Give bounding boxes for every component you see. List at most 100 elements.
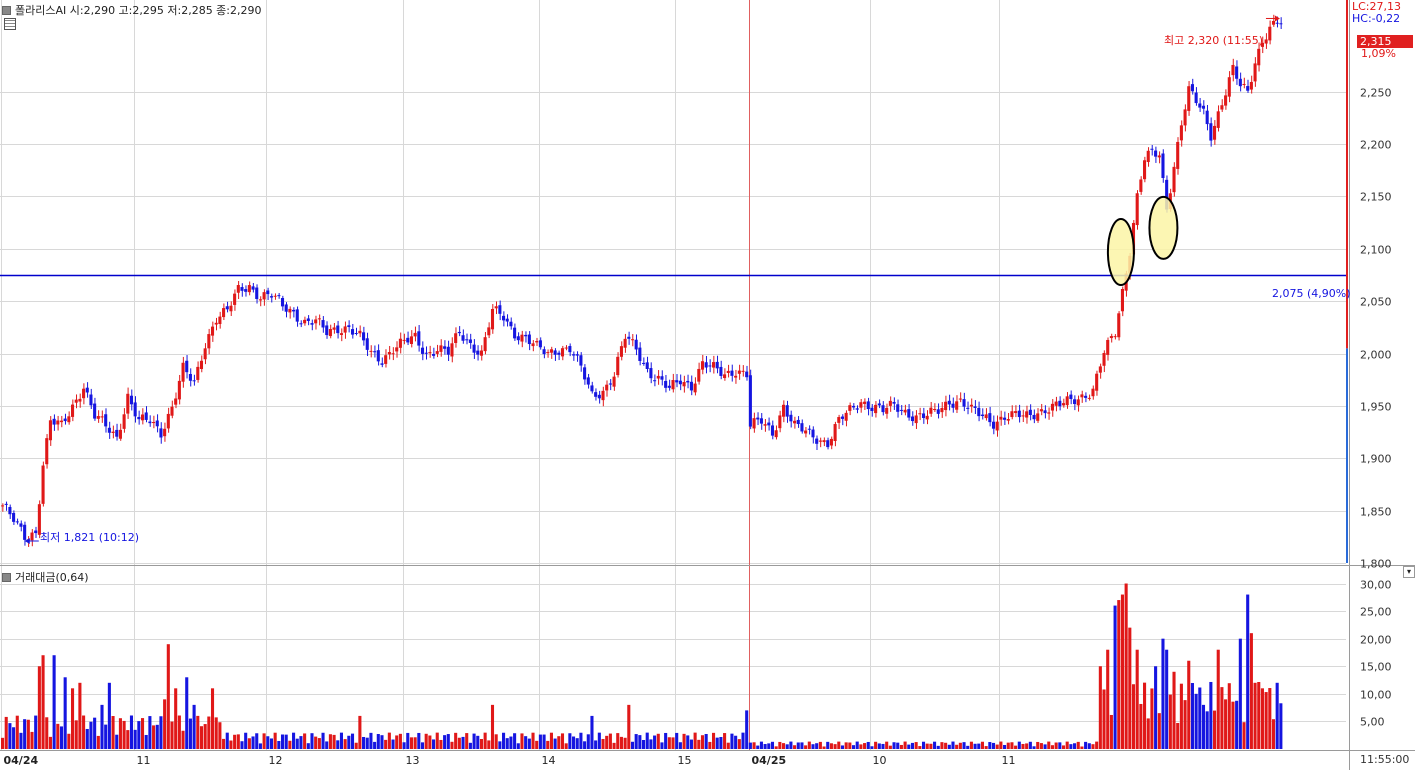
volume-bar	[844, 742, 848, 749]
candle-body	[697, 368, 701, 382]
volume-bar	[63, 677, 67, 749]
volume-bar	[664, 732, 668, 749]
candle-body	[244, 289, 248, 292]
volume-bar	[37, 666, 41, 749]
volume-bar	[557, 736, 561, 749]
volume-bar	[96, 735, 100, 749]
volume-bar	[568, 733, 572, 749]
candle-body	[914, 415, 918, 424]
candle-body	[4, 503, 8, 505]
volume-bar	[892, 742, 896, 749]
candle-body	[693, 383, 697, 393]
candle-body	[443, 346, 447, 349]
volume-menu-icon[interactable]	[2, 572, 11, 582]
volume-bar	[689, 739, 693, 749]
candle-body	[424, 352, 428, 354]
price-tick-label: 2,050	[1360, 296, 1392, 309]
axes: 1,800 1,850 1,900 1,950 2,000 2,050 2,100 2,150…	[0, 0, 1415, 770]
volume-bar	[1187, 660, 1191, 749]
candle-body	[925, 415, 929, 420]
candle-body	[793, 420, 797, 424]
volume-bar	[1102, 689, 1106, 749]
last-change-label: 1,09%	[1361, 47, 1396, 60]
volume-bar	[697, 739, 701, 749]
candle-body	[557, 352, 561, 355]
candle-body	[630, 339, 635, 341]
volume-bar	[682, 733, 686, 749]
volume-bar	[177, 715, 181, 749]
volume-bar	[1017, 741, 1021, 749]
candle-body	[196, 366, 200, 380]
volume-bar	[752, 742, 756, 749]
candle-body	[199, 360, 204, 369]
volume-bar	[1198, 687, 1202, 749]
volume-bar	[247, 738, 251, 749]
volume-bar	[8, 723, 12, 749]
candle-body	[759, 418, 763, 424]
candle-body	[1135, 193, 1139, 226]
volume-bar	[1098, 666, 1102, 749]
candle-body	[874, 404, 878, 414]
candle-body	[1039, 409, 1043, 412]
volume-bar	[907, 744, 911, 749]
volume-bar	[583, 741, 587, 749]
candle-body	[969, 404, 973, 407]
volume-bar	[398, 733, 402, 749]
price-tick-label: 2,200	[1360, 139, 1392, 152]
volume-bar	[734, 735, 738, 749]
volume-bar	[159, 716, 163, 749]
volume-bar	[870, 746, 874, 749]
volume-bar	[863, 743, 867, 749]
volume-bar	[4, 716, 8, 749]
candle-body	[723, 374, 727, 379]
volume-bar	[933, 741, 937, 749]
volume-bar	[881, 743, 885, 749]
volume-bar	[999, 741, 1003, 749]
candle-body	[535, 341, 539, 343]
volume-tick-label: 25,00	[1360, 606, 1392, 619]
candle-body	[892, 401, 896, 404]
volume-bar	[498, 741, 502, 749]
candle-body	[752, 418, 756, 429]
volume-bar	[34, 715, 38, 749]
volume-bar	[23, 719, 27, 749]
volume-bar	[12, 727, 16, 749]
candle-body	[516, 336, 520, 341]
candle-body	[833, 424, 837, 442]
candle-body	[572, 354, 576, 356]
candle-body	[1216, 111, 1220, 128]
volume-bar	[995, 744, 999, 749]
volume-bar	[826, 741, 830, 749]
grid-toggle-icon[interactable]	[4, 18, 16, 30]
volume-bar	[93, 717, 97, 749]
volume-tick-label: 10,00	[1360, 689, 1392, 702]
candle-body	[292, 309, 296, 312]
candle-body	[339, 333, 344, 335]
candle-body	[280, 298, 285, 307]
volume-bar	[89, 721, 93, 749]
candle-body	[870, 407, 874, 411]
candle-body	[594, 392, 598, 397]
candle-body	[708, 365, 712, 367]
candle-body	[8, 506, 12, 515]
volume-bar	[840, 745, 845, 749]
volume-bar	[280, 734, 285, 749]
volume-bar	[910, 742, 915, 749]
candle-body	[1014, 411, 1018, 414]
volume-bar	[111, 716, 115, 749]
volume-bar	[258, 743, 262, 749]
candle-body	[947, 400, 951, 405]
candle-body	[1054, 401, 1058, 406]
volume-bar	[188, 718, 192, 749]
volume-bar	[634, 734, 638, 749]
volume-bar	[133, 729, 137, 749]
collapse-arrow-icon[interactable]: ▾	[1403, 566, 1415, 578]
volume-panel-title: 거래대금(0,64)	[15, 571, 89, 584]
candle-body	[384, 355, 388, 364]
panel-menu-icon[interactable]	[2, 5, 11, 15]
candle-body	[619, 346, 623, 357]
candle-body	[822, 440, 826, 443]
chart-canvas[interactable]: 1,800 1,850 1,900 1,950 2,000 2,050 2,100 2,150…	[0, 0, 1415, 770]
candle-body	[380, 363, 384, 365]
volume-bar	[763, 744, 767, 749]
